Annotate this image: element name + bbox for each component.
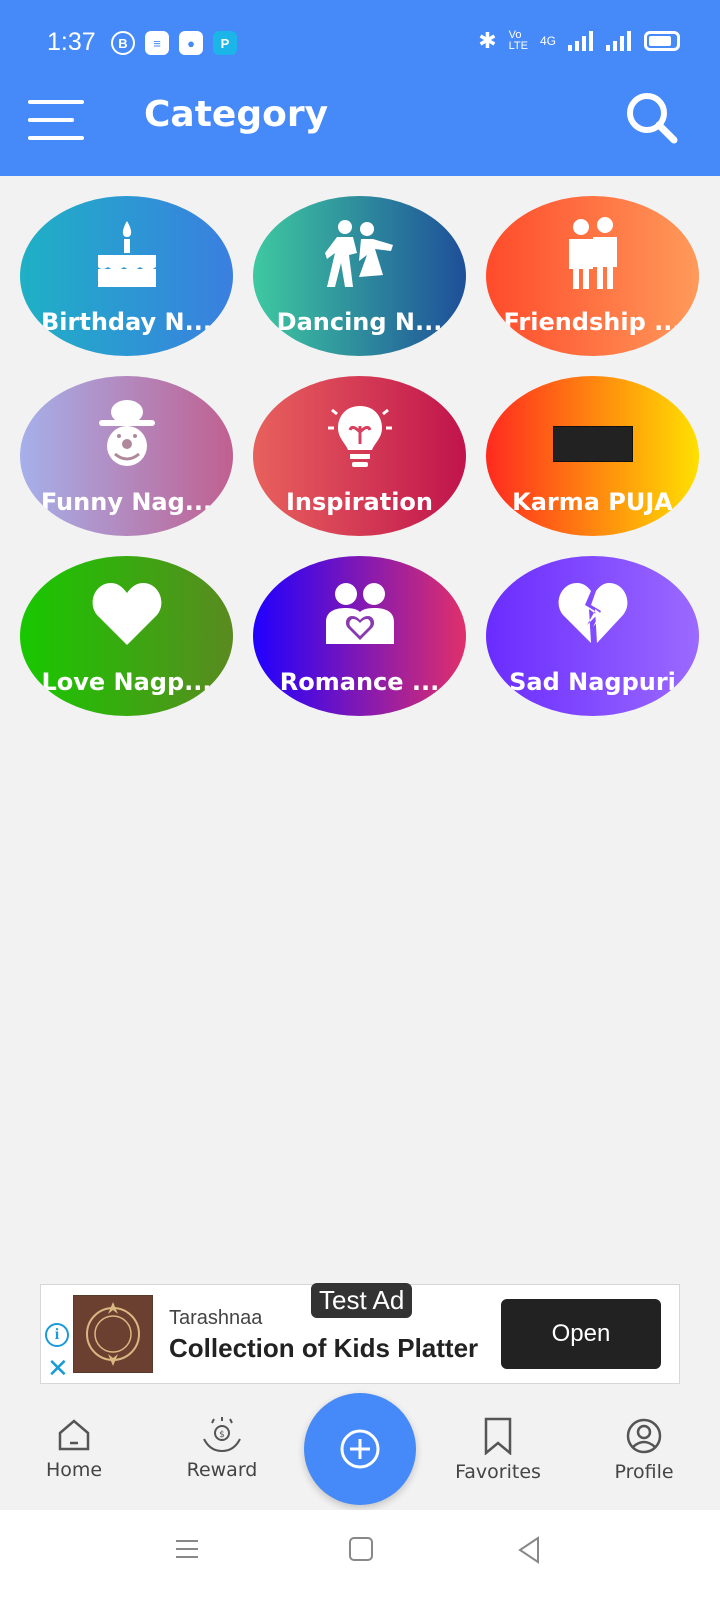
- status-time: 1:37: [47, 28, 96, 56]
- birthday-cake-icon: [92, 214, 162, 294]
- dancing-couple-icon: [323, 214, 397, 294]
- nav-favorites-label: Favorites: [455, 1461, 541, 1483]
- romance-couple-icon: [324, 574, 396, 654]
- home-system-button[interactable]: [348, 1536, 374, 1566]
- category-love[interactable]: Love Nagp...: [20, 556, 233, 716]
- app-bar: Category: [0, 90, 720, 176]
- status-bar: 1:37 B ≡ ● P ✱ Vo LTE 4G: [0, 0, 720, 90]
- signal-2-icon: [606, 31, 631, 51]
- profile-icon: [626, 1418, 662, 1454]
- system-status-icons: ✱ Vo LTE 4G: [478, 28, 680, 54]
- category-label: Inspiration: [285, 488, 433, 516]
- ad-brand: Tarashnaa: [169, 1307, 263, 1329]
- karma-puja-image: [552, 394, 633, 474]
- bottom-navigation: Home $ Reward Favorites Profile: [0, 1393, 720, 1510]
- heart-icon: [91, 574, 163, 654]
- battery-icon: [644, 31, 680, 51]
- nav-home[interactable]: Home: [14, 1417, 134, 1481]
- category-label: Romance ...: [279, 668, 440, 696]
- page-title: Category: [144, 94, 329, 135]
- clown-face-icon: [95, 394, 159, 474]
- broken-heart-icon: [557, 574, 629, 654]
- nav-reward[interactable]: $ Reward: [162, 1417, 282, 1481]
- system-navigation-bar: [0, 1510, 720, 1600]
- category-dancing[interactable]: Dancing N...: [253, 196, 466, 356]
- category-funny[interactable]: Funny Nag...: [20, 376, 233, 536]
- test-ad-badge: Test Ad: [311, 1283, 413, 1318]
- nav-profile[interactable]: Profile: [584, 1417, 704, 1483]
- recents-menu-icon: [176, 1540, 198, 1558]
- category-label: Love Nagp...: [41, 668, 212, 696]
- category-inspiration[interactable]: Inspiration: [253, 376, 466, 536]
- square-home-icon: [349, 1537, 373, 1561]
- bluetooth-icon: ✱: [478, 28, 497, 53]
- recents-button[interactable]: [174, 1536, 200, 1566]
- category-romance[interactable]: Romance ...: [253, 556, 466, 716]
- signal-1-icon: [568, 31, 593, 51]
- category-label: Sad Nagpuri: [509, 668, 676, 696]
- back-button[interactable]: [516, 1536, 542, 1568]
- category-grid: Birthday N... Dancing N... Friendship ..…: [20, 196, 700, 716]
- category-label: Friendship ...: [503, 308, 682, 336]
- category-label: Birthday N...: [41, 308, 212, 336]
- back-triangle-icon: [518, 1536, 539, 1564]
- nav-favorites[interactable]: Favorites: [438, 1417, 558, 1483]
- message-notification-icon: ≡: [145, 31, 169, 55]
- b-notification-icon: B: [111, 31, 135, 55]
- pp-notification-icon: P: [213, 31, 237, 55]
- bookmark-icon: [484, 1417, 512, 1455]
- add-fab-button[interactable]: [304, 1393, 416, 1505]
- category-karma-puja[interactable]: Karma PUJA: [486, 376, 699, 536]
- nav-home-label: Home: [45, 1459, 103, 1481]
- add-circle-icon: [340, 1429, 380, 1469]
- friends-icon: [563, 214, 623, 294]
- lightbulb-icon: [324, 394, 396, 474]
- ad-banner[interactable]: Test Ad i ✕ Tarashnaa Collection of Kids…: [40, 1283, 680, 1384]
- nav-reward-label: Reward: [186, 1459, 258, 1481]
- volte-icon: Vo LTE: [508, 29, 528, 52]
- app-notification-icon: ●: [179, 31, 203, 55]
- notification-icons: B ≡ ● P: [111, 31, 237, 55]
- search-button[interactable]: [624, 90, 680, 146]
- hamburger-line: [28, 136, 84, 140]
- category-sad[interactable]: Sad Nagpuri: [486, 556, 699, 716]
- menu-button[interactable]: [28, 100, 84, 140]
- karma-puja-thumbnail: [552, 426, 633, 462]
- category-label: Karma PUJA: [512, 488, 673, 516]
- category-birthday[interactable]: Birthday N...: [20, 196, 233, 356]
- category-label: Dancing N...: [276, 308, 443, 336]
- ad-close-icon[interactable]: ✕: [47, 1353, 69, 1384]
- ad-info-icon[interactable]: i: [45, 1323, 69, 1347]
- home-icon: [58, 1419, 90, 1451]
- svg-text:$: $: [219, 1430, 225, 1440]
- ad-logo-ornament: [74, 1296, 152, 1372]
- hamburger-line: [28, 118, 74, 122]
- ad-logo: [73, 1295, 153, 1373]
- category-label: Funny Nag...: [40, 488, 213, 516]
- search-icon: [627, 93, 678, 144]
- ad-headline: Collection of Kids Platter: [169, 1333, 479, 1363]
- nav-profile-label: Profile: [614, 1461, 674, 1483]
- network-type-icon: 4G: [539, 34, 556, 48]
- category-friendship[interactable]: Friendship ...: [486, 196, 699, 356]
- ad-open-button[interactable]: Open: [501, 1299, 661, 1369]
- reward-icon: $: [203, 1417, 241, 1453]
- hamburger-menu-icon: [28, 100, 84, 104]
